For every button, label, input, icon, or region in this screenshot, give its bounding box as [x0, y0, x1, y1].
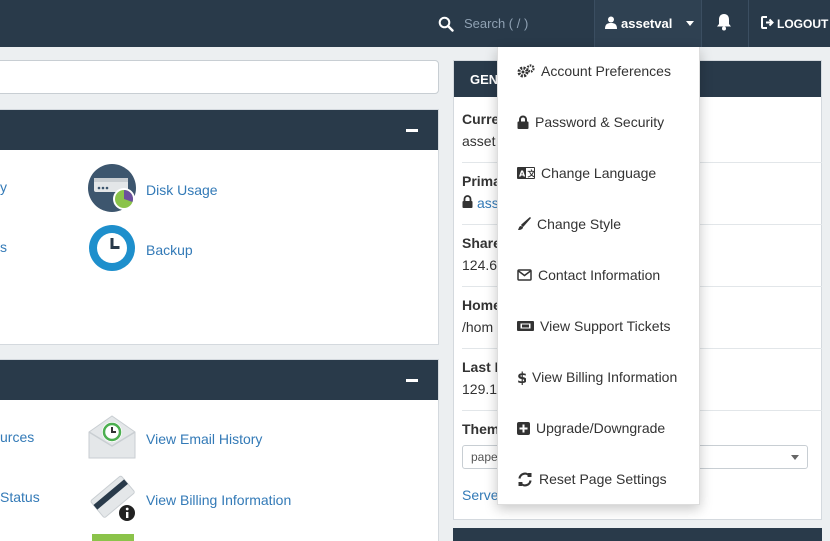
menu-item-view-billing-information[interactable]: $ View Billing Information	[517, 369, 677, 385]
menu-item-contact-information[interactable]: Contact Information	[517, 267, 660, 283]
chevron-down-icon	[791, 455, 799, 460]
view-billing-label: View Billing Information	[146, 491, 292, 508]
menu-item-label: Contact Information	[538, 267, 661, 283]
username-label: assetval	[621, 16, 673, 31]
svg-text:A: A	[519, 170, 526, 179]
menu-item-view-support-tickets[interactable]: View Support Tickets	[517, 318, 670, 334]
disk-usage-icon	[88, 164, 136, 215]
files-panel	[0, 109, 439, 345]
svg-text:$: $	[517, 370, 526, 385]
svg-text:文: 文	[528, 169, 536, 179]
truncated-item-label[interactable]: s	[0, 239, 7, 255]
menu-item-account-preferences[interactable]: Account Preferences	[517, 63, 671, 79]
disk-usage-label: Disk Usage	[146, 181, 218, 198]
language-icon: A文	[517, 167, 535, 179]
backup-label: Backup	[146, 241, 193, 258]
view-email-history-link[interactable]: View Email History	[88, 414, 262, 463]
menu-item-label: Reset Page Settings	[539, 471, 667, 487]
primary-domain-link[interactable]: ass	[477, 195, 499, 211]
menu-item-label: Account Preferences	[541, 63, 671, 79]
dollar-icon: $	[517, 370, 526, 385]
gears-icon	[517, 64, 535, 78]
menu-item-change-language[interactable]: A文 Change Language	[517, 165, 656, 181]
email-history-icon	[88, 414, 136, 463]
menu-item-upgrade-downgrade[interactable]: Upgrade/Downgrade	[517, 420, 665, 436]
bell-icon[interactable]	[716, 13, 732, 36]
menu-item-label: Upgrade/Downgrade	[536, 420, 666, 436]
truncated-item-label[interactable]: y	[0, 179, 7, 195]
menu-item-label: Password & Security	[535, 114, 665, 130]
billing-card-icon	[88, 474, 136, 525]
theme-select-value: pape	[471, 450, 498, 464]
panel-header	[0, 360, 438, 400]
envelope-icon	[517, 269, 532, 281]
plus-square-icon	[517, 421, 530, 435]
view-billing-link[interactable]: View Billing Information	[88, 474, 291, 525]
truncated-item-label[interactable]: Status	[0, 489, 40, 505]
next-panel-header	[453, 528, 822, 541]
top-navbar: assetval LOGOUT	[0, 0, 830, 47]
truncated-item-label[interactable]: urces	[0, 429, 34, 445]
menu-item-label: Change Language	[541, 165, 657, 181]
navbar-divider	[701, 0, 702, 47]
partial-icon	[92, 534, 134, 541]
server-info-link[interactable]: Serve	[462, 487, 499, 503]
tools-search-box[interactable]	[0, 60, 439, 94]
menu-item-reset-page-settings[interactable]: Reset Page Settings	[517, 471, 667, 487]
view-email-history-label: View Email History	[146, 430, 263, 447]
backup-icon	[88, 224, 136, 275]
refresh-icon	[517, 472, 533, 487]
backup-link[interactable]: Backup	[88, 224, 193, 275]
logout-label: LOGOUT	[777, 16, 829, 31]
user-dropdown-menu: Account Preferences Password & Security …	[497, 47, 700, 505]
menu-item-label: View Support Tickets	[540, 318, 671, 334]
user-icon	[605, 16, 617, 32]
ticket-icon	[517, 320, 534, 332]
search-input[interactable]	[464, 16, 584, 31]
disk-usage-link[interactable]: Disk Usage	[88, 164, 218, 215]
menu-item-password-security[interactable]: Password & Security	[517, 114, 664, 130]
lock-icon	[462, 195, 473, 211]
chevron-down-icon	[686, 21, 695, 26]
menu-item-label: Change Style	[537, 216, 622, 232]
collapse-icon[interactable]	[406, 129, 418, 132]
navbar-divider	[748, 0, 749, 47]
panel-header	[0, 110, 438, 150]
search-icon[interactable]	[438, 16, 454, 32]
logout-button[interactable]: LOGOUT	[761, 0, 828, 47]
logout-icon	[761, 15, 774, 32]
search-container	[438, 0, 584, 47]
collapse-icon[interactable]	[406, 379, 418, 382]
user-menu-button[interactable]: assetval	[595, 0, 701, 47]
paintbrush-icon	[517, 217, 531, 231]
lock-icon	[517, 115, 529, 129]
menu-item-change-style[interactable]: Change Style	[517, 216, 621, 232]
menu-item-label: View Billing Information	[532, 369, 678, 385]
